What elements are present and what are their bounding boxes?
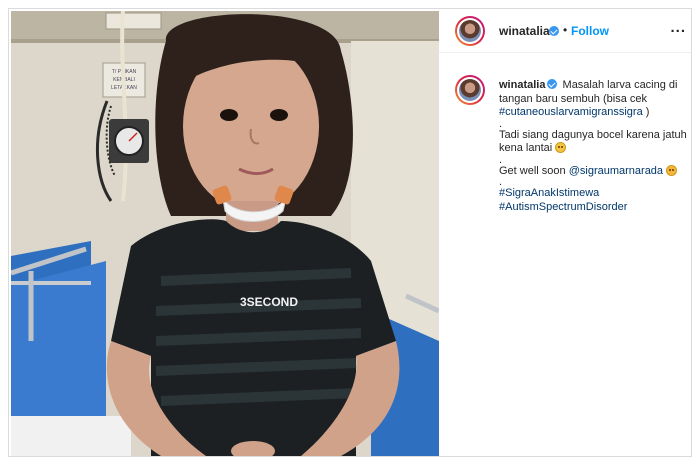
post-side-panel: winatalia • Follow ... winatalia Masalah… [439,9,691,456]
author-avatar[interactable] [455,16,485,46]
hashtag-sigraanakistimewa[interactable]: #SigraAnakIstimewa [499,187,689,201]
separator-dot: • [563,23,568,37]
caption-line-2: Tadi siang dagunya bocel karena jatuh ke… [499,128,687,155]
post-photo-illustration: T/ PINKAN KEMBALI LETAKKAN 3SECOND [11,11,439,456]
kiss-face-emoji-icon [666,164,678,176]
verified-badge-icon [549,26,559,36]
more-options-icon[interactable]: ... [670,19,686,36]
instagram-post-embed: T/ PINKAN KEMBALI LETAKKAN 3SECOND winat… [8,8,692,457]
follow-button[interactable]: Follow [571,24,609,38]
post-photo[interactable]: T/ PINKAN KEMBALI LETAKKAN 3SECOND [11,11,439,456]
hashtag-cutaneouslarvamigranssigra[interactable]: #cutaneouslarvamigranssigra [499,106,643,118]
caption-separator-2: . [499,153,503,166]
caption-separator-1: . [499,117,503,130]
caption-separator-3: . [499,176,503,188]
caption-verified-badge-icon [547,79,558,89]
caption-line-1-end: ) [642,106,650,118]
shirt-logo-text: 3SECOND [240,295,298,309]
sad-face-emoji-icon [555,142,567,153]
caption-line-3-wrap: Get well soon @sigraumarnarada [499,164,689,179]
caption-line-2-wrap: Tadi siang dagunya bocel karena jatuh ke… [499,129,689,156]
author-username[interactable]: winatalia [499,24,550,38]
caption-username[interactable]: winatalia [499,79,545,91]
caption-line-3: Get well soon [499,164,566,177]
mention-sigraumarnarada[interactable]: @sigraumarnarada [569,165,663,177]
caption-text: winatalia Masalah larva cacing di tangan… [499,79,689,214]
post-header: winatalia • Follow ... [439,9,691,53]
caption-author-avatar[interactable] [455,75,485,105]
hashtag-autismspectrumdisorder[interactable]: #AutismSpectrumDisorder [499,201,689,215]
